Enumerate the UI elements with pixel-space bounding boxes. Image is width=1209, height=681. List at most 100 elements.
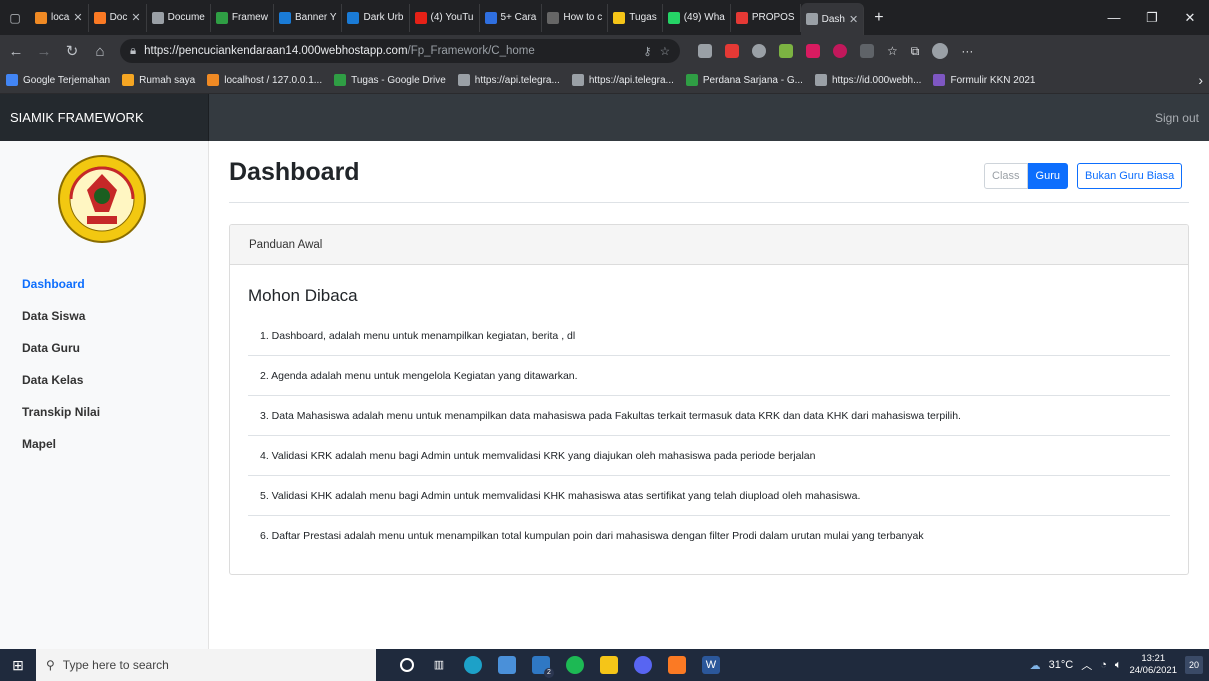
store-icon[interactable] [498, 656, 516, 674]
favorites-icon[interactable]: ☆ [887, 44, 898, 58]
browser-tab[interactable]: (4) YouTu [410, 3, 480, 32]
tab-list: loca ✕ Doc ✕ Docume Framew Banner Y Dark Urb (4)… [30, 0, 865, 35]
system-tray: ☁ 31°C ︿ ◔ 🔈︎ 13:21 24/06/2021 20 [1030, 653, 1209, 677]
bookmark-favicon-icon [685, 74, 698, 86]
menu-more-icon[interactable]: ··· [961, 44, 973, 58]
extension-record-icon[interactable] [833, 44, 847, 58]
bookmark-item[interactable]: https://id.000webh... [814, 74, 921, 86]
close-tab-icon[interactable]: ✕ [849, 13, 858, 26]
forward-arrow-icon[interactable]: → [36, 43, 52, 60]
browser-toolbar: ← → ↻ ⌂ 🔒︎ https://pencuciankendaraan14.… [0, 35, 1209, 67]
sign-out-link[interactable]: Sign out [1155, 111, 1199, 125]
browser-tab[interactable]: Dark Urb [342, 3, 410, 32]
bookmark-favicon-icon [814, 74, 827, 86]
task-view-icon[interactable]: ▥ [430, 656, 448, 674]
weather-icon[interactable]: ☁ [1030, 659, 1041, 672]
bookmark-item[interactable]: Rumah saya [122, 74, 195, 86]
bukan-guru-biasa-button[interactable]: Bukan Guru Biasa [1077, 163, 1183, 189]
tab-actions-icon[interactable]: ▢ [0, 11, 30, 25]
mail-icon[interactable]: 2 [532, 656, 554, 678]
tray-chevron-icon[interactable]: ︿ [1081, 657, 1092, 673]
window-controls: — ❐ ✕ [1095, 10, 1209, 26]
sidebar-item-data-kelas[interactable]: Data Kelas [0, 364, 209, 396]
bookmark-item[interactable]: https://api.telegra... [457, 74, 560, 86]
network-icon[interactable]: ◔ [1100, 659, 1107, 671]
list-item: 2. Agenda adalah menu untuk mengelola Ke… [248, 356, 1170, 396]
list-item: 5. Validasi KHK adalah menu bagi Admin u… [248, 476, 1170, 516]
browser-tab[interactable]: How to c [542, 3, 609, 32]
volume-icon[interactable]: 🔈︎ [1115, 659, 1122, 672]
bookmark-label: Perdana Sarjana - G... [702, 74, 803, 86]
clock[interactable]: 13:21 24/06/2021 [1129, 653, 1177, 677]
file-explorer-icon[interactable] [600, 656, 618, 674]
windows-start-icon[interactable]: ⊞ [0, 649, 36, 681]
close-tab-icon[interactable]: ✕ [131, 11, 140, 24]
tab-label: (49) Wha [683, 12, 725, 23]
sidebar-item-dashboard[interactable]: Dashboard [0, 268, 209, 300]
main-content: Dashboard Class Guru Bukan Guru Biasa Pa… [209, 141, 1209, 649]
xampp-taskbar-icon[interactable] [668, 656, 686, 674]
sidebar-item-data-guru[interactable]: Data Guru [0, 332, 209, 364]
collections-icon[interactable]: ⧉ [911, 44, 920, 58]
bookmark-label: Tugas - Google Drive [351, 74, 446, 86]
minimize-button[interactable]: — [1095, 10, 1133, 26]
browser-tab[interactable]: 5+ Cara [480, 3, 543, 32]
lock-icon: 🔒︎ [130, 44, 137, 57]
notification-center-icon[interactable]: 20 [1185, 656, 1203, 674]
extension-chat-icon[interactable] [752, 44, 766, 58]
restore-button[interactable]: ❐ [1133, 10, 1171, 26]
bookmark-item[interactable]: Formulir KKN 2021 [933, 74, 1036, 86]
guru-toggle-button[interactable]: Guru [1027, 163, 1068, 189]
bookmark-favicon-icon [6, 74, 18, 86]
extension-s-icon[interactable] [698, 44, 712, 58]
tab-label: Dark Urb [363, 12, 404, 23]
cortana-icon[interactable] [400, 658, 414, 672]
extension-arrow-icon[interactable] [725, 44, 739, 58]
browser-tab[interactable]: loca ✕ [30, 3, 89, 32]
profile-avatar-icon[interactable] [932, 43, 949, 59]
close-button[interactable]: ✕ [1171, 10, 1209, 26]
extension-leaf-icon[interactable] [779, 44, 793, 58]
browser-tab[interactable]: Banner Y [274, 3, 343, 32]
browser-tab[interactable]: Framew [211, 3, 274, 32]
browser-tab[interactable]: Tugas [608, 3, 663, 32]
browser-tab[interactable]: PROPOS [731, 3, 801, 32]
browser-tab-strip: ▢ loca ✕ Doc ✕ Docume Framew Banner Y Dark Urb(… [0, 0, 1209, 35]
key-icon[interactable]: ⚷ [643, 44, 651, 58]
whatsapp-icon [667, 11, 680, 24]
word-icon[interactable]: W [702, 656, 720, 674]
bookmark-item[interactable]: https://api.telegra... [571, 74, 674, 86]
bookmarks-overflow-icon[interactable]: › [1198, 72, 1203, 88]
class-toggle-button[interactable]: Class [984, 163, 1028, 189]
bookmark-favicon-icon [122, 74, 135, 86]
address-bar[interactable]: 🔒︎ https://pencuciankendaraan14.000webho… [120, 39, 680, 63]
tab-label: Doc [109, 12, 128, 23]
bookmark-label: Formulir KKN 2021 [950, 74, 1036, 86]
edge-browser-icon[interactable] [464, 656, 482, 674]
taskbar-search[interactable]: ⚲ Type here to search [36, 649, 376, 681]
home-icon[interactable]: ⌂ [92, 43, 108, 60]
spotify-icon[interactable] [566, 656, 584, 674]
browser-tab[interactable]: Dash ✕ [800, 3, 865, 35]
sidebar-item-data-siswa[interactable]: Data Siswa [0, 300, 209, 332]
close-tab-icon[interactable]: ✕ [73, 11, 82, 24]
guide-card: Panduan Awal Mohon Dibaca 1. Dashboard, … [229, 224, 1189, 575]
read-aloud-icon[interactable]: ☆ [660, 44, 670, 58]
sidebar-item-mapel[interactable]: Mapel [0, 428, 209, 460]
brand[interactable]: SIAMIK FRAMEWORK [0, 94, 209, 141]
reload-icon[interactable]: ↻ [64, 42, 80, 60]
bookmark-item[interactable]: Perdana Sarjana - G... [685, 74, 803, 86]
extension-puzzle-icon[interactable] [860, 44, 874, 58]
discord-icon[interactable] [634, 656, 652, 674]
bookmark-item[interactable]: Google Terjemahan [6, 74, 110, 86]
bookmark-item[interactable]: Tugas - Google Drive [334, 74, 446, 86]
sidebar-item-transkip-nilai[interactable]: Transkip Nilai [0, 396, 209, 428]
extension-m-icon[interactable] [806, 44, 820, 58]
back-arrow-icon[interactable]: ← [8, 43, 24, 60]
browser-tab[interactable]: Doc ✕ [89, 3, 147, 32]
browser-tab[interactable]: (49) Wha [663, 3, 731, 32]
weather-temp[interactable]: 31°C [1049, 659, 1074, 671]
browser-tab[interactable]: Docume [147, 3, 211, 32]
new-tab-button[interactable]: + [864, 9, 893, 27]
bookmark-item[interactable]: localhost / 127.0.0.1... [207, 74, 322, 86]
